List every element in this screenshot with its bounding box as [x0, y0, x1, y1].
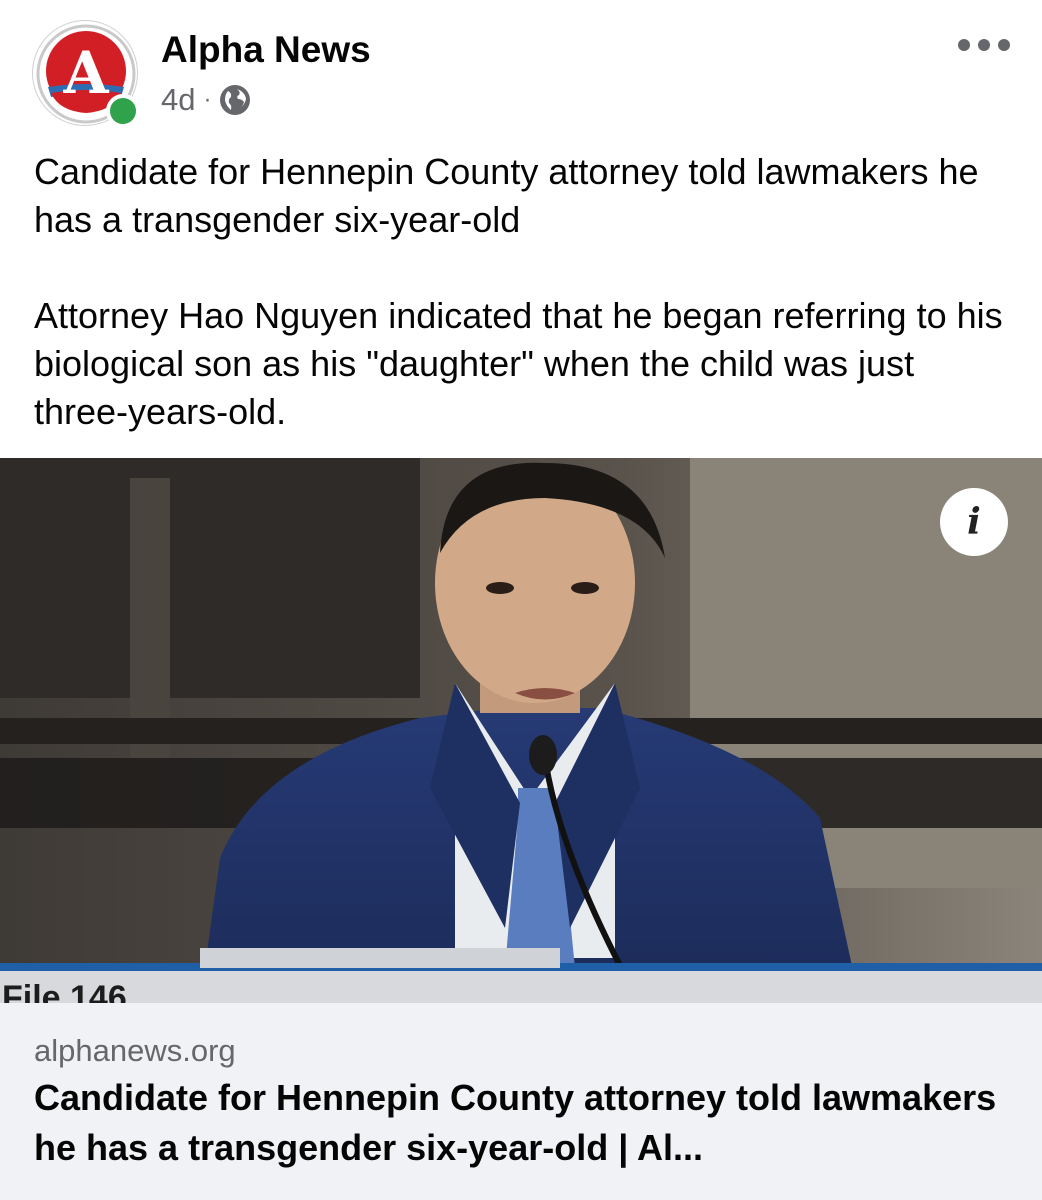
- link-title[interactable]: Candidate for Hennepin County attorney t…: [34, 1073, 1014, 1173]
- globe-icon: [220, 85, 251, 115]
- news-photo: [0, 458, 1042, 1003]
- info-icon[interactable]: i: [940, 488, 1008, 556]
- post-header: A Alpha News 4d ·: [0, 0, 1042, 140]
- meta-separator: ·: [203, 86, 212, 113]
- image-caption: File 146: [2, 979, 127, 1003]
- online-status-dot: [106, 94, 140, 128]
- post-text-paragraph: Candidate for Hennepin County attorney t…: [34, 151, 979, 240]
- post-meta: 4d ·: [161, 80, 251, 120]
- svg-text:A: A: [62, 39, 109, 107]
- post-age[interactable]: 4d: [161, 82, 195, 118]
- page-name[interactable]: Alpha News: [161, 28, 371, 72]
- post-text-paragraph: Attorney Hao Nguyen indicated that he be…: [34, 295, 1003, 432]
- link-domain: alphanews.org: [34, 1033, 236, 1068]
- link-preview-card[interactable]: alphanews.org Candidate for Hennepin Cou…: [0, 1003, 1042, 1200]
- post-text: Candidate for Hennepin County attorney t…: [34, 148, 1014, 436]
- link-preview-image[interactable]: [0, 458, 1042, 1003]
- more-options-icon[interactable]: [958, 30, 1010, 60]
